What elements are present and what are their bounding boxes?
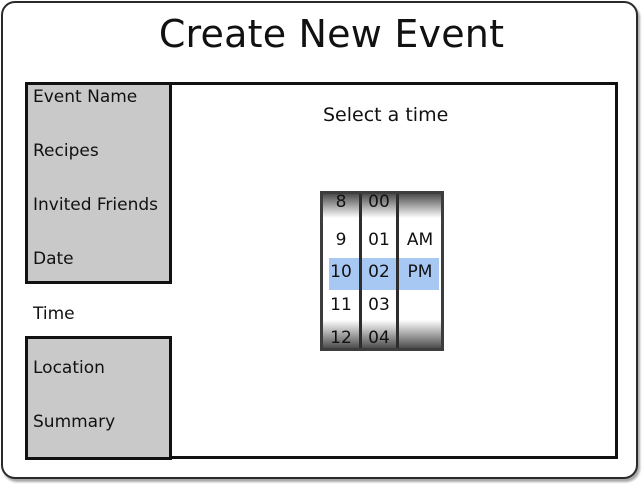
sidebar-item-recipes[interactable]: Recipes [33,141,99,161]
sidebar-item-event-name[interactable]: Event Name [33,87,137,107]
hour-wheel[interactable]: 8 9 10 11 12 [323,194,362,348]
sidebar-item-date[interactable]: Date [33,249,74,269]
time-picker[interactable]: 8 9 10 11 12 00 01 02 03 04 AM PM [320,191,444,351]
sidebar-item-location[interactable]: Location [33,358,105,378]
hour-option[interactable]: 8 [323,194,359,212]
sidebar-item-time-label: Time [33,304,75,324]
select-time-prompt: Select a time [323,104,449,126]
minute-option[interactable]: 03 [362,295,396,315]
hour-option[interactable]: 12 [323,328,359,348]
page-title: Create New Event [158,12,505,56]
period-option-selected[interactable]: PM [399,262,441,282]
sidebar-item-summary[interactable]: Summary [33,412,115,432]
hour-option[interactable]: 11 [323,295,359,315]
hour-option[interactable]: 9 [323,230,359,250]
period-wheel[interactable]: AM PM [399,194,441,348]
minute-wheel[interactable]: 00 01 02 03 04 [362,194,399,348]
sidebar-item-invited-friends[interactable]: Invited Friends [33,195,158,215]
minute-option-selected[interactable]: 02 [362,262,396,282]
minute-option[interactable]: 01 [362,230,396,250]
period-option[interactable]: AM [399,230,441,250]
hour-option-selected[interactable]: 10 [323,262,359,282]
sidebar-group-bottom [25,336,172,460]
minute-option[interactable]: 00 [362,194,396,212]
minute-option[interactable]: 04 [362,328,396,348]
